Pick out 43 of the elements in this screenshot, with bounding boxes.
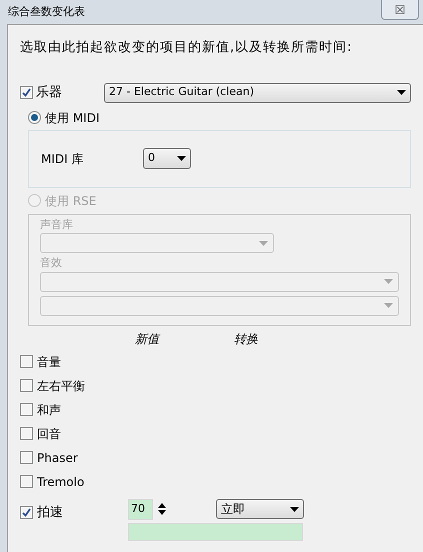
caret-icon	[384, 303, 393, 308]
caret-icon	[290, 506, 299, 512]
caret-icon	[397, 90, 406, 95]
caret-icon	[177, 156, 186, 161]
column-header: 转换	[234, 330, 258, 348]
instrument-checkbox[interactable]	[20, 86, 33, 99]
instrument-dropdown[interactable]: 27 - Electric Guitar (clean)	[104, 82, 411, 102]
effect-checkbox[interactable]	[20, 379, 33, 392]
effect-label: Phaser	[37, 450, 78, 466]
effect-checkbox[interactable]	[20, 403, 33, 416]
effect-label: Tremolo	[37, 474, 84, 490]
rse-option-label: 使用 RSE	[45, 192, 96, 210]
soundbank-dropdown[interactable]	[40, 233, 274, 253]
effect-dropdown[interactable]	[40, 296, 399, 316]
caret-icon	[259, 240, 268, 246]
effect-checkbox[interactable]	[20, 355, 33, 368]
check-icon	[22, 88, 31, 97]
check-icon	[22, 508, 31, 517]
radio-button[interactable]	[28, 111, 41, 124]
effect-label: 音量	[37, 354, 61, 370]
soundbank-label: 声音库	[40, 216, 74, 232]
effect-label: 和声	[37, 402, 61, 418]
effect-checkbox[interactable]	[20, 451, 33, 464]
effect-label: 左右平衡	[37, 378, 85, 394]
window-title: 综合叁数变化表	[8, 4, 85, 20]
effects-label: 音效	[40, 255, 63, 271]
midi-option-label: 使用 MIDI	[45, 110, 100, 126]
midi-bank-label: MIDI 库	[41, 150, 84, 168]
instruction-text: 选取由此拍起欲改变的项目的新值,以及转换所需时间:	[20, 39, 354, 57]
caret-icon	[384, 279, 393, 284]
midi-bank-dropdown[interactable]: 0	[143, 148, 191, 169]
effect-checkbox[interactable]	[20, 427, 33, 440]
effect-checkbox[interactable]	[20, 475, 33, 488]
column-header: 新值	[135, 330, 159, 348]
close-button[interactable]: ☒	[381, 0, 419, 20]
tempo-checkbox[interactable]	[20, 506, 33, 519]
instrument-label: 乐器	[36, 84, 62, 102]
effect-label: 回音	[37, 426, 61, 442]
transition-dropdown[interactable]: 立即	[216, 499, 304, 519]
spinner-icon[interactable]	[158, 502, 166, 516]
effect-dropdown[interactable]	[40, 272, 399, 292]
tempo-label: 拍速	[37, 504, 63, 522]
tempo-field[interactable]: 70	[128, 498, 153, 520]
